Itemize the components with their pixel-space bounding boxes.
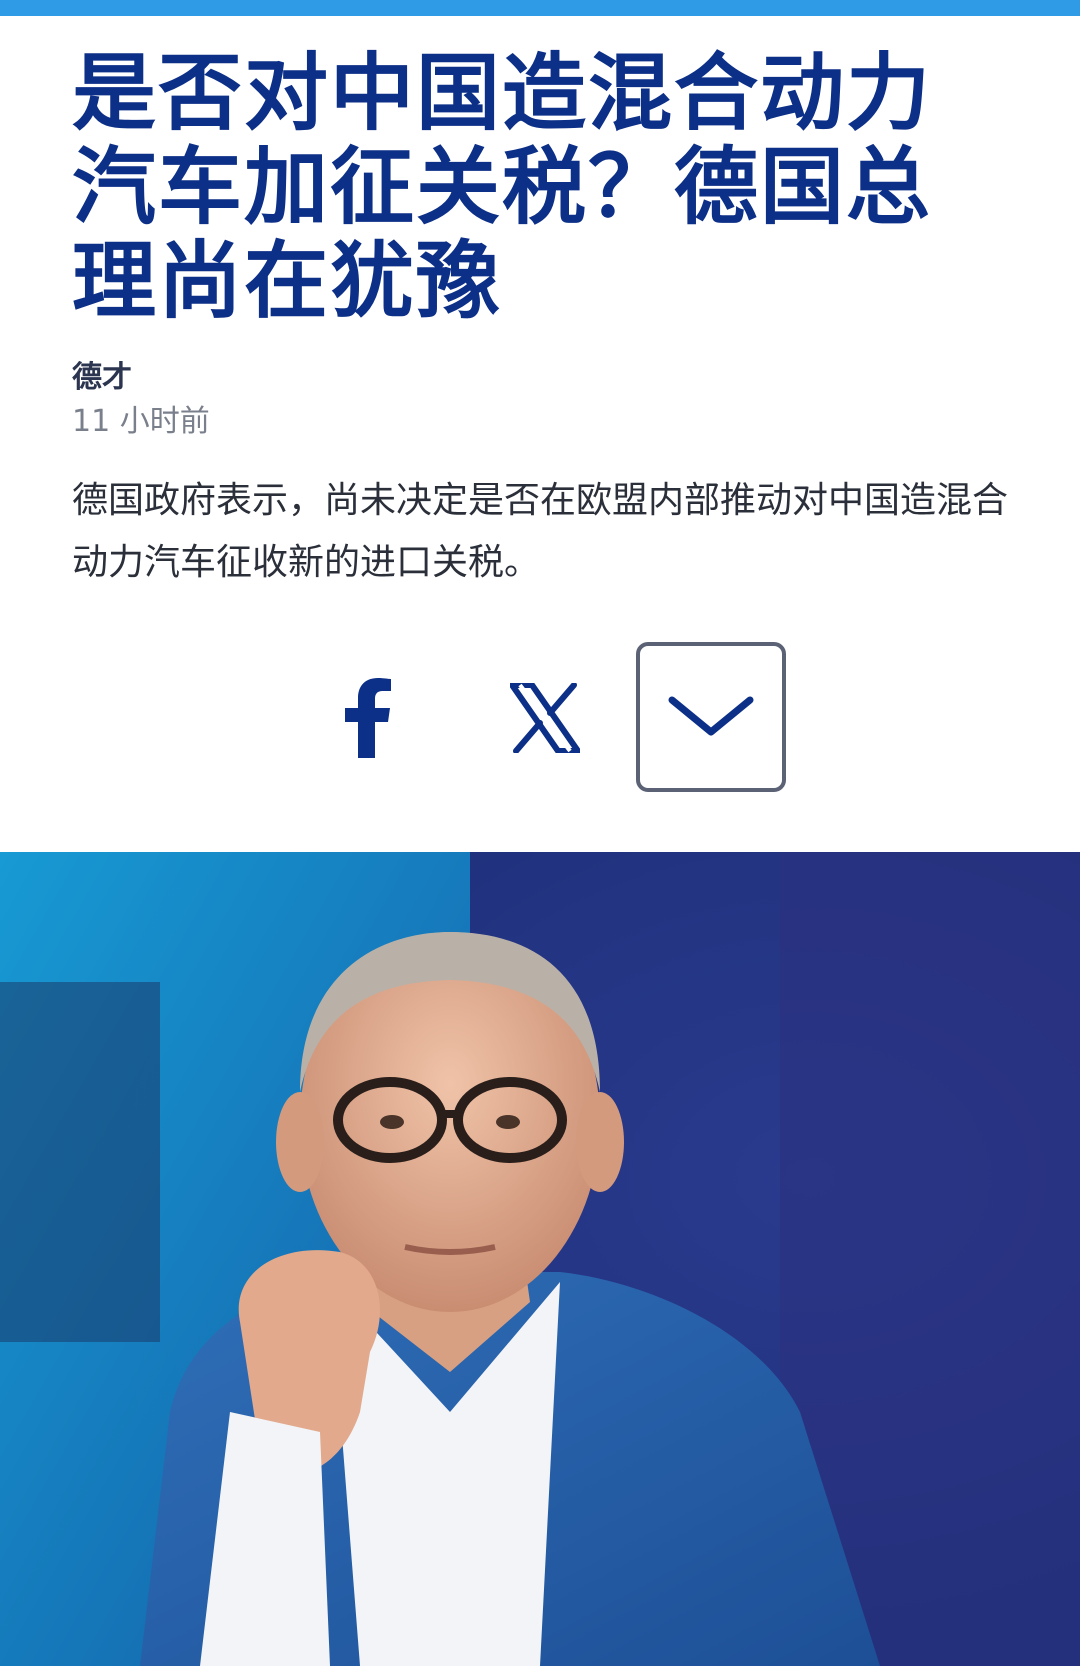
x-icon [510, 683, 580, 753]
article-hero-image [0, 852, 1080, 1666]
share-facebook-button[interactable] [322, 668, 412, 768]
article-header: 是否对中国造混合动力汽车加征关税？德国总理尚在犹豫 [72, 46, 972, 328]
article-summary: 德国政府表示，尚未决定是否在欧盟内部推动对中国造混合动力汽车征收新的进口关税。 [72, 480, 1009, 583]
share-x-button[interactable] [500, 668, 590, 768]
share-toolbar [0, 640, 1080, 800]
article-headline: 是否对中国造混合动力汽车加征关税？德国总理尚在犹豫 [72, 44, 933, 330]
author-name[interactable]: 德才 [72, 352, 132, 396]
facebook-icon [345, 678, 391, 758]
top-accent-bar [0, 0, 1080, 16]
publish-time: 11 小时前 [72, 404, 210, 439]
chevron-down-icon [668, 696, 754, 736]
share-more-button[interactable] [636, 642, 786, 792]
